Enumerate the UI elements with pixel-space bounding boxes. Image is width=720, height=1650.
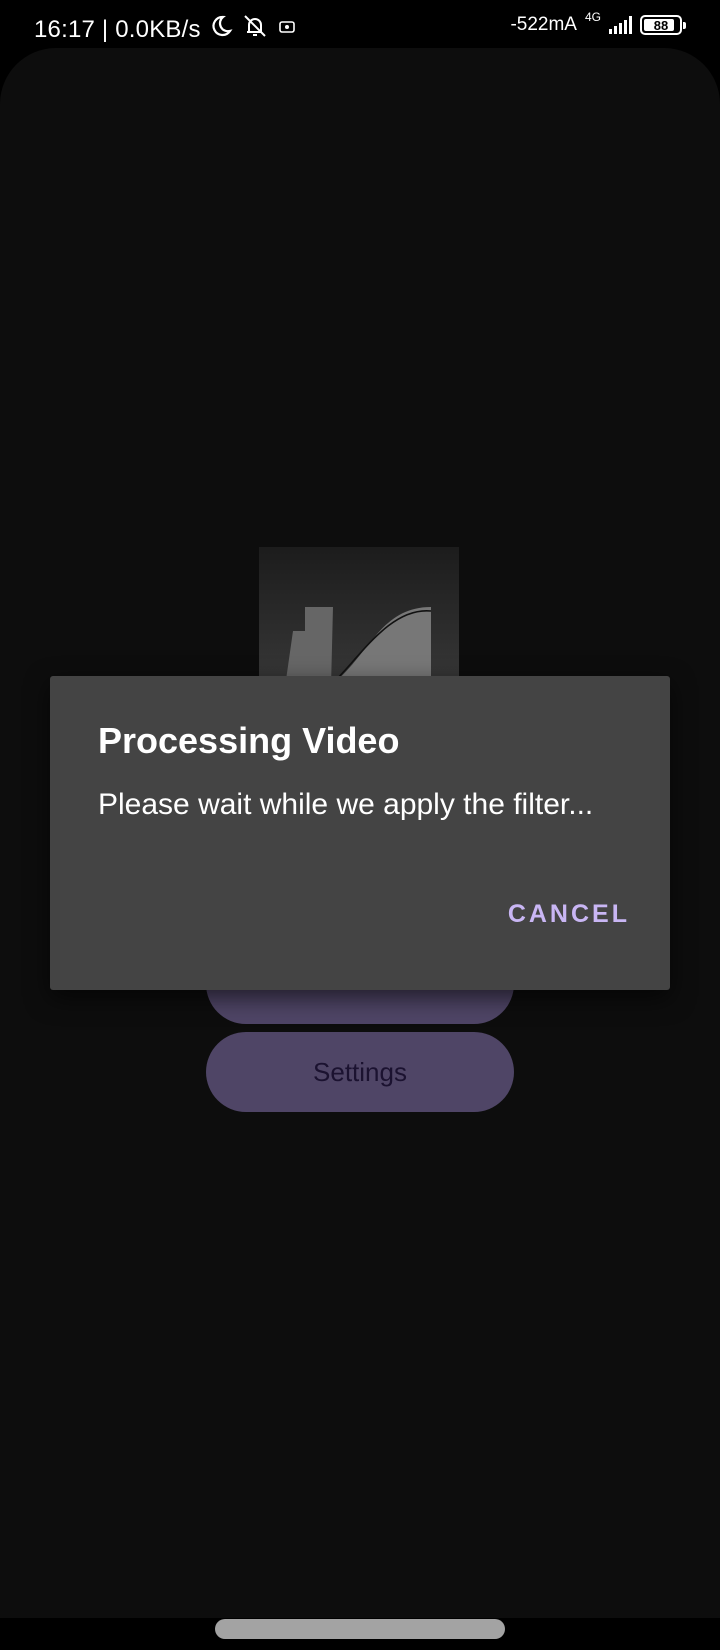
processing-dialog: Processing Video Please wait while we ap… xyxy=(50,676,670,990)
home-indicator[interactable] xyxy=(215,1619,505,1639)
cancel-button[interactable]: CANCEL xyxy=(504,894,634,935)
battery-level: 88 xyxy=(653,17,669,33)
dialog-message: Please wait while we apply the filter... xyxy=(98,788,594,821)
dialog-title: Processing Video xyxy=(98,720,400,761)
